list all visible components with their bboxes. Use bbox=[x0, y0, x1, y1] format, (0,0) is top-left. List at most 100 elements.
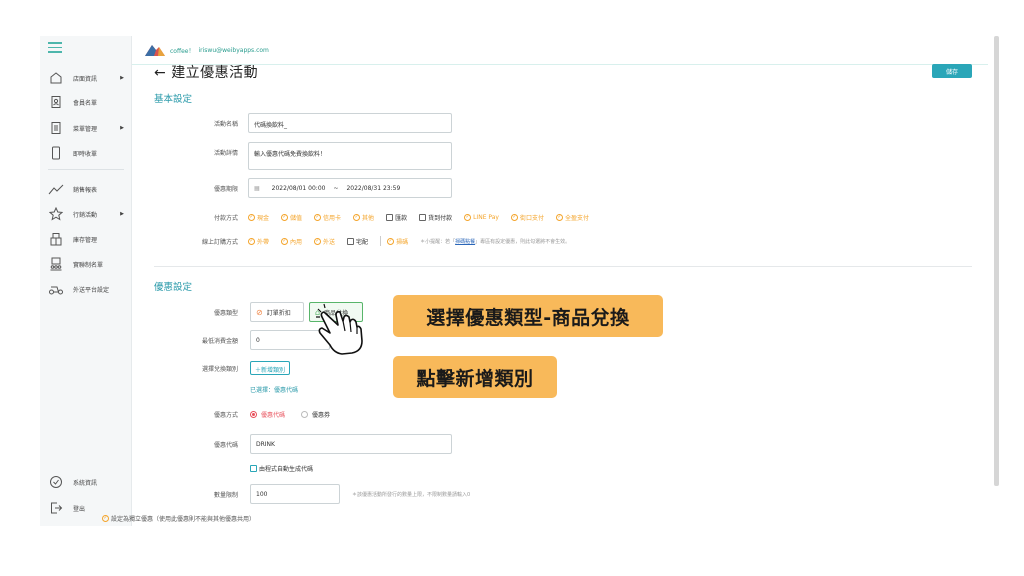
sidebar-item-label: 會員名單 bbox=[73, 99, 98, 107]
discount-method-label: 優惠方式 bbox=[213, 412, 238, 419]
period-range-input[interactable]: ▦ 2022/08/01 00:00 ~ 2022/08/31 23:59 bbox=[248, 178, 452, 198]
chevron-right-icon: ▶ bbox=[120, 125, 124, 131]
checkbox-icon bbox=[419, 213, 427, 221]
sidebar-item-system-info[interactable]: 系統資訊 bbox=[40, 472, 132, 492]
register-icon bbox=[47, 255, 65, 273]
marketing-icon bbox=[47, 205, 65, 223]
period-separator: ~ bbox=[333, 184, 339, 192]
payment-cash[interactable]: ✓ 現金 bbox=[248, 213, 269, 222]
period-start: 2022/08/01 00:00 bbox=[271, 184, 326, 192]
callout-select-type: 選擇優惠類型-商品兌換 bbox=[393, 295, 663, 337]
code-label: 優惠代碼 bbox=[213, 442, 238, 449]
quantity-limit-label: 數量限制 bbox=[213, 492, 238, 499]
scan-order-link[interactable]: 掃碼點餐 bbox=[455, 239, 475, 245]
quantity-limit-input[interactable]: 100 bbox=[250, 484, 340, 504]
chevron-right-icon: ▶ bbox=[120, 211, 124, 217]
payment-cod[interactable]: 貨到付款 bbox=[419, 213, 452, 222]
main-content: coffee！ iriswu@weibyapps.com ← 建立優惠活動 儲存… bbox=[102, 36, 988, 526]
store-icon bbox=[47, 69, 65, 87]
auto-generate-label: 由程式自動生成代碼 bbox=[259, 465, 314, 473]
exchange-category-label: 選擇兌換類別 bbox=[201, 366, 238, 373]
payment-jkopay[interactable]: ✓ 街口支付 bbox=[510, 213, 544, 222]
auto-generate-option[interactable]: 由程式自動生成代碼 bbox=[250, 462, 325, 474]
vertical-scrollbar[interactable] bbox=[994, 36, 999, 486]
order-scan[interactable]: ✓ 掃碼 bbox=[387, 237, 408, 246]
period-label: 優惠期限 bbox=[213, 186, 238, 193]
quantity-limit-hint: ＊該優惠活動所發行的數量上限，不限制數量請輸入0 bbox=[352, 492, 471, 498]
payment-transfer[interactable]: 匯款 bbox=[386, 213, 407, 222]
min-spend-label: 最低消費金額 bbox=[201, 338, 238, 345]
sidebar-item-label: 行銷活動 bbox=[73, 211, 98, 219]
sidebar-item-label: 店面資訊 bbox=[73, 75, 98, 83]
method-coupon-radio[interactable]: 優惠券 bbox=[301, 410, 330, 419]
order-hint: ＊小提醒：若「掃碼點餐」專區有設定優惠，則此勾選將不會生效。 bbox=[420, 238, 571, 245]
sidebar-item-label: 實聯制名單 bbox=[73, 261, 104, 269]
tablet-icon bbox=[47, 144, 65, 162]
order-method-label: 線上訂購方式 bbox=[201, 239, 238, 246]
activity-detail-textarea[interactable]: 輸入優惠代碼免費換飲料！ bbox=[248, 142, 452, 170]
basic-section-title: 基本設定 bbox=[154, 94, 193, 105]
checkbox-icon bbox=[386, 213, 394, 221]
activity-name-input[interactable]: 代碼換飲料_ bbox=[248, 113, 452, 133]
order-method-options: ✓ 外帶 ✓ 內用 ✓ 外送 宅配 ✓ 掃碼 ＊小提醒：若「掃碼點餐」專區有設定優惠，則… bbox=[248, 235, 570, 247]
standalone-option[interactable]: ✓ 設定為獨立優惠（使用此優惠則不能與其他優惠共用） bbox=[102, 512, 267, 524]
payment-stored-value[interactable]: ✓ 儲值 bbox=[281, 213, 302, 222]
checkbox-icon bbox=[250, 464, 257, 472]
sidebar-item-label: 外送平台設定 bbox=[73, 286, 110, 294]
shield-check-icon bbox=[47, 473, 65, 491]
sidebar-item-delivery[interactable]: 外送平台設定 bbox=[40, 279, 132, 299]
checkbox-icon bbox=[347, 237, 355, 245]
payment-quanying[interactable]: ✓ 全盈支付 bbox=[555, 213, 589, 222]
check-icon: ✓ bbox=[555, 213, 563, 221]
sidebar-item-register[interactable]: 實聯制名單 bbox=[40, 254, 132, 274]
payment-credit-card[interactable]: ✓ 信用卡 bbox=[314, 213, 341, 222]
detail-label: 活動詳情 bbox=[213, 150, 238, 157]
sidebar-item-reports[interactable]: 銷售報表 bbox=[40, 179, 132, 199]
type-order-discount-button[interactable]: ⊘ 訂單折扣 bbox=[250, 302, 304, 322]
sidebar-item-label: 即時收單 bbox=[73, 150, 98, 158]
check-icon: ✓ bbox=[314, 213, 322, 221]
check-icon: ✓ bbox=[102, 514, 109, 522]
page-title-text: 建立優惠活動 bbox=[171, 65, 259, 81]
sidebar-item-label: 菜單管理 bbox=[73, 125, 98, 133]
chart-icon bbox=[47, 180, 65, 198]
sidebar-item-store[interactable]: 店面資訊 ▶ bbox=[40, 68, 132, 88]
app-window: 店面資訊 ▶ 會員名單 菜單管理 ▶ 即時收單 銷售報表 行銷活動 ▶ 庫存管理… bbox=[40, 36, 1000, 526]
order-dine-in[interactable]: ✓ 內用 bbox=[281, 237, 302, 246]
discount-tag-icon: ⊘ bbox=[256, 307, 263, 317]
period-end: 2022/08/31 23:59 bbox=[346, 184, 401, 192]
user-email: iriswu@weibyapps.com bbox=[198, 46, 269, 54]
store-logo-icon bbox=[145, 45, 165, 56]
sidebar-item-inventory[interactable]: 庫存管理 bbox=[40, 229, 132, 249]
section-divider bbox=[154, 266, 972, 267]
sidebar-item-label: 系統資訊 bbox=[73, 479, 98, 487]
radio-empty-icon bbox=[301, 410, 309, 418]
discount-method-options: 優惠代碼 優惠券 bbox=[250, 408, 346, 420]
add-category-button[interactable]: ＋新增類別 bbox=[250, 361, 291, 375]
discount-section-title: 優惠設定 bbox=[154, 282, 193, 293]
sidebar-item-members[interactable]: 會員名單 bbox=[40, 92, 132, 112]
radio-selected-icon bbox=[250, 410, 257, 418]
sidebar-item-menu[interactable]: 菜單管理 ▶ bbox=[40, 118, 132, 138]
method-code-radio[interactable]: 優惠代碼 bbox=[250, 410, 285, 419]
save-button[interactable]: 儲存 bbox=[932, 64, 972, 78]
order-takeout[interactable]: ✓ 外帶 bbox=[248, 237, 269, 246]
top-bar: coffee！ iriswu@weibyapps.com bbox=[144, 40, 269, 60]
standalone-label: 設定為獨立優惠（使用此優惠則不能與其他優惠共用） bbox=[111, 515, 256, 523]
hamburger-menu-icon[interactable] bbox=[48, 42, 62, 53]
check-icon: ✓ bbox=[281, 237, 289, 245]
check-icon: ✓ bbox=[281, 213, 289, 221]
order-home-delivery[interactable]: 宅配 bbox=[347, 237, 368, 246]
chevron-right-icon: ▶ bbox=[120, 75, 124, 81]
sidebar-item-marketing[interactable]: 行銷活動 ▶ bbox=[40, 204, 132, 224]
order-divider bbox=[380, 236, 382, 246]
discount-code-input[interactable]: DRINK bbox=[250, 434, 452, 454]
back-arrow-icon[interactable]: ← bbox=[154, 65, 166, 81]
order-delivery[interactable]: ✓ 外送 bbox=[314, 237, 335, 246]
check-icon: ✓ bbox=[353, 213, 361, 221]
sidebar-item-orders[interactable]: 即時收單 bbox=[40, 143, 132, 163]
callout-add-category: 點擊新增類別 bbox=[393, 356, 557, 398]
check-icon: ✓ bbox=[387, 237, 395, 245]
payment-line-pay[interactable]: ✓ LINE Pay bbox=[464, 213, 499, 221]
payment-other[interactable]: ✓ 其他 bbox=[353, 213, 374, 222]
